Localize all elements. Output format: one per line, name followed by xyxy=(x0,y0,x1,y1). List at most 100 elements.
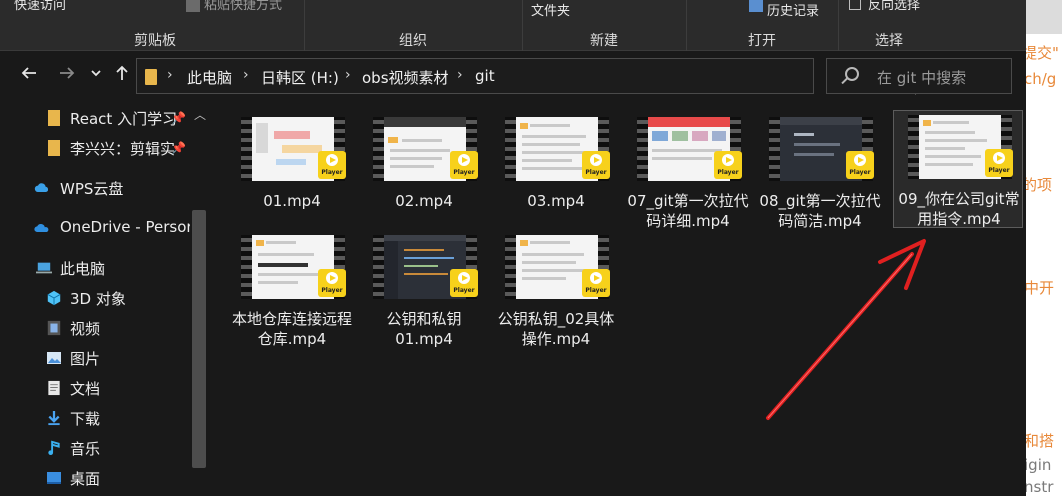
file-name: 07_git第一次拉代码详细.mp4 xyxy=(627,192,749,230)
navigation-scrollbar[interactable]: ︿ xyxy=(190,102,208,496)
file-item[interactable]: Player 公钥和私钥01.mp4 xyxy=(358,230,488,348)
cube-icon xyxy=(47,290,61,306)
breadcrumb-drive[interactable]: 日韩区 (H:) xyxy=(261,67,339,88)
folder-icon xyxy=(145,69,157,85)
chevron-right-icon[interactable]: › xyxy=(345,67,351,83)
group-open: 打开 xyxy=(748,33,776,49)
sidebar-item-label: 文档 xyxy=(70,380,101,398)
back-button[interactable] xyxy=(18,64,40,88)
sidebar-item-label: 3D 对象 xyxy=(70,290,126,308)
sidebar-item-wps-cloud[interactable]: WPS云盘 xyxy=(0,173,190,203)
file-list: Player 01.mp4 Player 02.mp4 Player 03.mp… xyxy=(212,102,1026,496)
sidebar-item-onedrive[interactable]: OneDrive - Persor xyxy=(0,213,190,243)
picture-icon xyxy=(47,352,61,364)
file-item[interactable]: Player 03.mp4 xyxy=(490,112,620,230)
file-item[interactable]: Player 07_git第一次拉代码详细.mp4 xyxy=(622,112,752,230)
sidebar-item-desktop[interactable]: 桌面 xyxy=(0,463,190,493)
film-strip xyxy=(908,115,919,179)
film-strip xyxy=(637,117,648,181)
pin-icon[interactable]: 📌 xyxy=(171,112,186,124)
chevron-right-icon[interactable]: › xyxy=(167,67,173,83)
folder-icon xyxy=(48,140,60,156)
sidebar-item-downloads[interactable]: 下载 xyxy=(0,403,190,433)
search-icon xyxy=(845,67,859,81)
sidebar-item-videos[interactable]: 视频 xyxy=(0,313,190,343)
ribbon: 快速访问 粘贴快捷方式 文件夹 历史记录 反向选择 剪贴板 组织 新建 打开 选… xyxy=(0,0,1026,51)
arrow-up-icon xyxy=(116,65,128,80)
sidebar-item-label: 李兴兴：剪辑实 xyxy=(70,140,176,158)
file-name: 08_git第一次拉代码简洁.mp4 xyxy=(759,192,881,230)
cloud-icon xyxy=(34,183,49,192)
sidebar-item-pictures[interactable]: 图片 xyxy=(0,343,190,373)
player-badge-text: Player xyxy=(988,167,1010,174)
sidebar-item-label: 视频 xyxy=(70,320,101,338)
sidebar-item-edit[interactable]: 李兴兴：剪辑实 📌 xyxy=(0,133,190,163)
film-strip xyxy=(373,117,384,181)
player-badge-text: Player xyxy=(321,287,343,294)
file-item[interactable]: Player 02.mp4 xyxy=(358,112,488,230)
arrow-right-icon xyxy=(60,67,75,79)
sidebar-item-this-pc[interactable]: 此电脑 xyxy=(0,253,190,283)
address-bar[interactable]: › 此电脑 › 日韩区 (H:) › obs视频素材 › git ⌄ ↻ xyxy=(136,58,941,95)
ribbon-quick-access[interactable]: 快速访问 xyxy=(14,0,66,13)
breadcrumb-this-pc[interactable]: 此电脑 xyxy=(187,67,232,88)
file-item[interactable]: Player 本地仓库连接远程仓库.mp4 xyxy=(226,230,356,348)
sidebar-item-3d-objects[interactable]: 3D 对象 xyxy=(0,283,190,313)
sidebar-item-label: React 入门学习 xyxy=(70,110,178,128)
desktop-icon xyxy=(47,472,61,484)
scrollbar-thumb[interactable] xyxy=(192,210,206,468)
film-strip xyxy=(505,235,516,299)
chevron-right-icon[interactable]: › xyxy=(457,67,463,83)
folder-icon xyxy=(48,110,60,126)
file-name: 01.mp4 xyxy=(263,192,321,210)
chevron-right-icon[interactable]: › xyxy=(243,67,249,83)
film-strip xyxy=(241,235,252,299)
search-input[interactable]: 在 git 中搜索 xyxy=(826,58,1012,94)
sidebar-item-music[interactable]: 音乐 xyxy=(0,433,190,463)
file-item[interactable]: Player 公钥私钥_02具体操作.mp4 xyxy=(490,230,620,348)
sidebar-item-label: 此电脑 xyxy=(60,260,106,278)
background-text: igin xyxy=(1026,456,1052,474)
breadcrumb-obs-folder[interactable]: obs视频素材 xyxy=(362,67,449,88)
player-badge-text: Player xyxy=(321,169,343,176)
scroll-up-icon[interactable]: ︿ xyxy=(194,106,206,123)
document-icon xyxy=(48,380,60,396)
film-strip xyxy=(241,117,252,181)
ribbon-invert-selection[interactable]: 反向选择 xyxy=(868,0,920,13)
ribbon-paste-shortcut[interactable]: 粘贴快捷方式 xyxy=(204,0,282,13)
file-item[interactable]: Player 01.mp4 xyxy=(226,112,356,230)
ribbon-separator xyxy=(522,0,523,51)
forward-button[interactable] xyxy=(56,64,78,88)
background-text: 的项 xyxy=(1026,176,1053,194)
ribbon-separator xyxy=(838,0,839,51)
breadcrumb-git[interactable]: git xyxy=(475,67,495,85)
file-item[interactable]: Player 08_git第一次拉代码简洁.mp4 xyxy=(754,112,884,230)
sidebar-item-react[interactable]: React 入门学习 📌 xyxy=(0,103,190,133)
video-icon xyxy=(47,320,61,336)
background-text: nstr xyxy=(1026,478,1054,496)
background-text: ch/g xyxy=(1026,70,1057,88)
music-icon xyxy=(48,440,60,456)
ribbon-history[interactable]: 历史记录 xyxy=(767,0,819,19)
file-explorer-window: 快速访问 粘贴快捷方式 文件夹 历史记录 反向选择 剪贴板 组织 新建 打开 选… xyxy=(0,0,1026,496)
onedrive-icon xyxy=(34,223,49,232)
up-button[interactable] xyxy=(112,64,132,88)
download-icon xyxy=(48,410,60,426)
recent-locations-button[interactable] xyxy=(88,64,104,88)
invert-selection-icon xyxy=(849,0,861,10)
ribbon-new-folder[interactable]: 文件夹 xyxy=(531,0,570,19)
chevron-down-icon xyxy=(91,70,101,77)
pin-icon[interactable]: 📌 xyxy=(171,142,186,154)
arrow-left-icon xyxy=(21,67,36,79)
sidebar-item-label: WPS云盘 xyxy=(60,180,124,198)
group-clipboard: 剪贴板 xyxy=(134,33,176,49)
file-name: 03.mp4 xyxy=(527,192,585,210)
background-window-titlebar xyxy=(1026,0,1062,34)
sidebar-item-label: 桌面 xyxy=(70,470,101,488)
player-badge-text: Player xyxy=(585,169,607,176)
file-item-selected[interactable]: Player 09_你在公司git常用指令.mp4 xyxy=(893,110,1023,228)
sidebar-item-label: 图片 xyxy=(70,350,101,368)
group-select: 选择 xyxy=(875,33,903,49)
sidebar-item-documents[interactable]: 文档 xyxy=(0,373,190,403)
address-row: › 此电脑 › 日韩区 (H:) › obs视频素材 › git ⌄ ↻ 在 g… xyxy=(0,52,1026,102)
